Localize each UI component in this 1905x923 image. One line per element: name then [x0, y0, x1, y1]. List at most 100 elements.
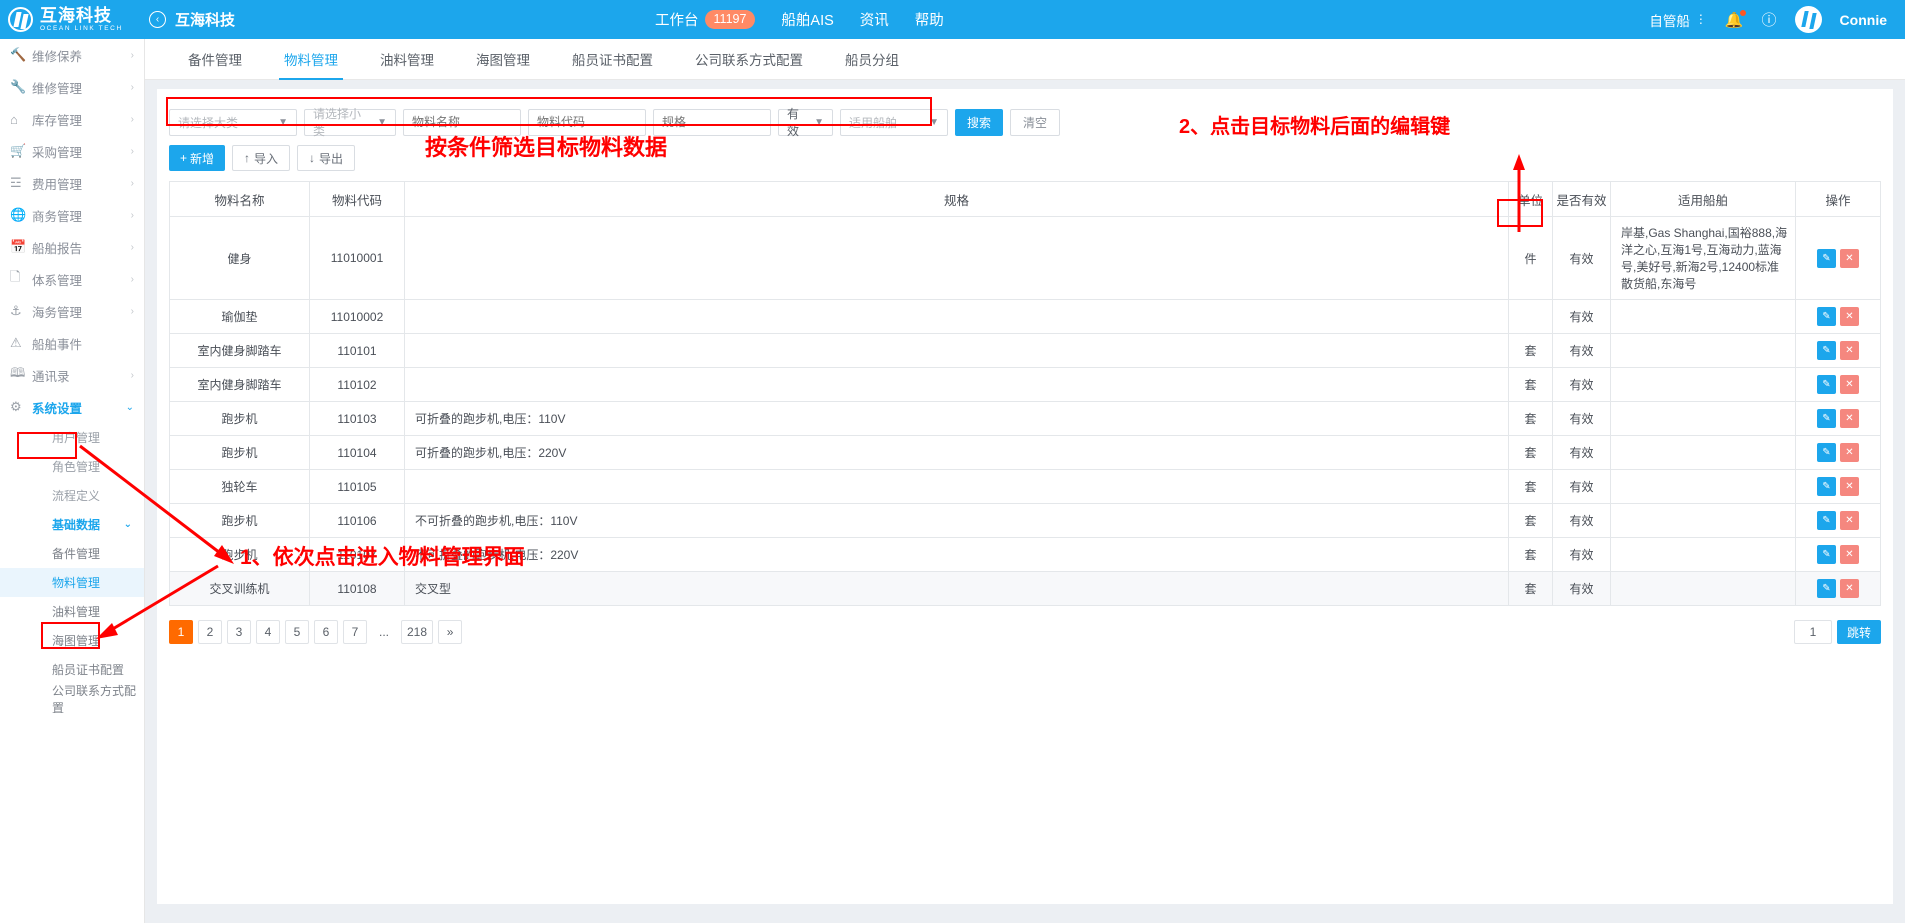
nav-news[interactable]: 资讯 [860, 9, 889, 30]
close-x-icon[interactable]: ✕ [1840, 307, 1859, 326]
sidebar-item-role-management[interactable]: 角色管理 [0, 452, 144, 481]
sidebar-item-user-management[interactable]: 用户管理 [0, 423, 144, 452]
close-x-icon[interactable]: ✕ [1840, 511, 1859, 530]
cell-specification: 不可折叠的跑步机,电压：110V [404, 503, 1509, 538]
pencil-icon[interactable]: ✎ [1817, 248, 1836, 268]
table-row[interactable]: 瑜伽垫 11010002 有效 ✎ ✕ [169, 299, 1881, 334]
sidebar-item-crew-certificate-config[interactable]: 船员证书配置 [0, 655, 144, 684]
chevron-down-icon: ▼ [377, 116, 387, 128]
chevron-right-icon: › [130, 49, 134, 61]
page-5[interactable]: 5 [285, 620, 309, 644]
close-x-icon[interactable]: ✕ [1840, 248, 1859, 268]
pencil-icon[interactable]: ✎ [1817, 443, 1836, 462]
table-row[interactable]: 跑步机 110103 可折叠的跑步机,电压：110V 套 有效 ✎ ✕ [169, 401, 1881, 436]
cell-validity: 有效 [1552, 537, 1611, 572]
table-row[interactable]: 室内健身脚踏车 110101 套 有效 ✎ ✕ [169, 333, 1881, 368]
sidebar-item-spare-parts-management[interactable]: 备件管理 [0, 539, 144, 568]
self-managed-ship-selector[interactable]: 自管船 ⋮ [1649, 10, 1707, 30]
tab-bar: 备件管理 物料管理 油料管理 海图管理 船员证书配置 公司联系方式配置 船员分组 [145, 39, 1905, 80]
sidebar-item-cost-management[interactable]: ☲ 费用管理 › [0, 167, 144, 199]
table-row[interactable]: 独轮车 110105 套 有效 ✎ ✕ [169, 469, 1881, 504]
page-7[interactable]: 7 [343, 620, 367, 644]
applicable-ship-select[interactable]: 适用船舶 ▼ [840, 108, 948, 136]
question-circle-icon[interactable]: ⓘ [1762, 9, 1777, 30]
sidebar-item-system-management[interactable]: 🗋 体系管理 › [0, 263, 144, 295]
page-6[interactable]: 6 [314, 620, 338, 644]
sidebar-item-system-settings[interactable]: ⚙ 系统设置 ⌄ [0, 391, 144, 423]
pencil-icon[interactable]: ✎ [1817, 307, 1836, 326]
arrow-left-circle-icon[interactable]: ‹ [149, 11, 166, 28]
notification-bell[interactable]: 🔔 [1725, 9, 1746, 29]
pencil-icon[interactable]: ✎ [1817, 511, 1836, 530]
table-row[interactable]: 室内健身脚踏车 110102 套 有效 ✎ ✕ [169, 367, 1881, 402]
pencil-icon[interactable]: ✎ [1817, 545, 1836, 564]
sidebar-item-repair-management[interactable]: 🔧 维修管理 › [0, 71, 144, 103]
sidebar-item-process-definition[interactable]: 流程定义 [0, 481, 144, 510]
close-x-icon[interactable]: ✕ [1840, 477, 1859, 496]
nav-ship-ais[interactable]: 船舶AIS [781, 9, 833, 30]
table-row[interactable]: 跑步机 110106 不可折叠的跑步机,电压：110V 套 有效 ✎ ✕ [169, 503, 1881, 538]
pencil-icon[interactable]: ✎ [1817, 409, 1836, 428]
close-x-icon[interactable]: ✕ [1840, 341, 1859, 360]
page-2[interactable]: 2 [198, 620, 222, 644]
sidebar-item-chart-management[interactable]: 海图管理 [0, 626, 144, 655]
pencil-icon[interactable]: ✎ [1817, 477, 1836, 496]
page-jump-input[interactable] [1793, 620, 1832, 644]
tab-crew-certificate-config[interactable]: 船员证书配置 [551, 39, 674, 80]
close-x-icon[interactable]: ✕ [1840, 579, 1859, 598]
page-last[interactable]: 218 [401, 620, 434, 644]
nav-workbench[interactable]: 工作台 11197 [655, 9, 756, 30]
back-navigation[interactable]: ‹ 互海科技 [149, 9, 235, 30]
sidebar-item-ship-events[interactable]: ⚠ 船舶事件 [0, 327, 144, 359]
specification-input[interactable] [653, 108, 771, 136]
avatar[interactable] [1794, 6, 1822, 33]
database-icon: ☲ [10, 175, 22, 190]
page-4[interactable]: 4 [256, 620, 280, 644]
export-button[interactable]: ↓ 导出 [297, 145, 356, 171]
subcategory-select[interactable]: 请选择小类 ▼ [304, 107, 396, 138]
sidebar-item-inventory-management[interactable]: ⌂ 库存管理 › [0, 103, 144, 135]
search-button[interactable]: 搜索 [955, 108, 1004, 136]
sidebar-item-business-management[interactable]: 🌐 商务管理 › [0, 199, 144, 231]
page-1[interactable]: 1 [169, 620, 193, 644]
pencil-icon[interactable]: ✎ [1817, 375, 1836, 394]
page-3[interactable]: 3 [227, 620, 251, 644]
close-x-icon[interactable]: ✕ [1840, 409, 1859, 428]
cell-unit: 套 [1508, 571, 1553, 606]
cell-unit: 套 [1508, 401, 1553, 436]
more-dots-icon[interactable]: ⋮ [1695, 13, 1707, 25]
sidebar-item-marine-management[interactable]: ⚓ 海务管理 › [0, 295, 144, 327]
close-x-icon[interactable]: ✕ [1840, 375, 1859, 394]
cell-material-code: 110105 [309, 469, 405, 504]
tab-materials-management[interactable]: 物料管理 [263, 39, 359, 80]
sidebar-item-fuel-management[interactable]: 油料管理 [0, 597, 144, 626]
tab-fuel-management[interactable]: 油料管理 [359, 39, 455, 80]
category-select[interactable]: 请选择大类 ▼ [169, 108, 297, 136]
tab-spare-parts-management[interactable]: 备件管理 [167, 39, 263, 80]
next-page-button[interactable]: » [438, 620, 463, 644]
validity-select[interactable]: 有效 ▼ [778, 107, 833, 138]
close-x-icon[interactable]: ✕ [1840, 443, 1859, 462]
sidebar-item-materials-management[interactable]: 物料管理 [0, 568, 144, 597]
add-button[interactable]: + 新增 [169, 145, 226, 171]
sidebar-item-maintenance-upkeep[interactable]: 🔨 维修保养 › [0, 39, 144, 71]
tab-company-contact-config[interactable]: 公司联系方式配置 [674, 39, 824, 80]
pencil-icon[interactable]: ✎ [1817, 579, 1836, 598]
tab-crew-grouping[interactable]: 船员分组 [824, 39, 920, 80]
clear-button[interactable]: 清空 [1010, 108, 1061, 136]
sidebar-item-company-contact-config[interactable]: 公司联系方式配置 [0, 684, 144, 715]
table-row[interactable]: 交叉训练机 110108 交叉型 套 有效 ✎ ✕ [169, 571, 1881, 606]
sidebar-item-basic-data[interactable]: 基础数据 ⌄ [0, 510, 144, 539]
sidebar-item-ship-report[interactable]: 📅 船舶报告 › [0, 231, 144, 263]
import-button[interactable]: ↑ 导入 [232, 145, 291, 171]
close-x-icon[interactable]: ✕ [1840, 545, 1859, 564]
tab-chart-management[interactable]: 海图管理 [455, 39, 551, 80]
table-row[interactable]: 跑步机 110104 可折叠的跑步机,电压：220V 套 有效 ✎ ✕ [169, 435, 1881, 470]
pencil-icon[interactable]: ✎ [1817, 341, 1836, 360]
sidebar-item-purchase-management[interactable]: 🛒 采购管理 › [0, 135, 144, 167]
table-row[interactable]: 健身 11010001 件 有效 岸基,Gas Shanghai,国裕888,海… [169, 216, 1881, 300]
page-jump-button[interactable]: 跳转 [1836, 620, 1881, 644]
app-logo[interactable]: 互海科技 OCEAN LINK TECH [0, 0, 145, 39]
nav-help[interactable]: 帮助 [915, 9, 944, 30]
sidebar-item-contacts[interactable]: 🕮 通讯录 › [0, 359, 144, 391]
